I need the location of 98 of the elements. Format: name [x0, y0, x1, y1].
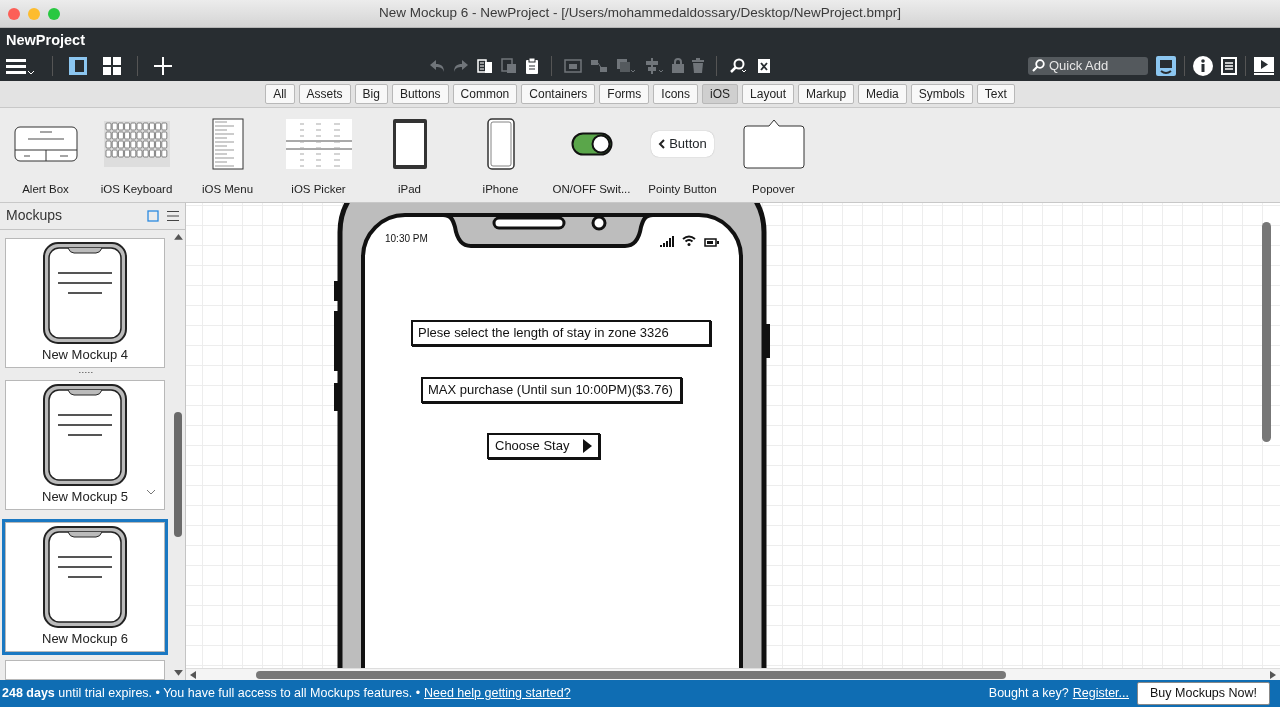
category-tab[interactable]: Media	[858, 84, 907, 104]
panel-title: Mockups	[6, 206, 63, 226]
mockup-name: New Mockup 6	[42, 629, 128, 648]
component-item[interactable]: iOS Keyboard	[91, 117, 182, 202]
buy-button[interactable]: Buy Mockups Now!	[1137, 682, 1270, 705]
component-label: iOS Menu	[201, 183, 254, 195]
toggle-switch-drawing	[570, 132, 613, 156]
battery-icon	[704, 238, 719, 248]
wifi-icon	[682, 235, 696, 247]
mockup-item[interactable]: New Mockup 4	[5, 237, 165, 368]
component-item[interactable]: iPhone	[455, 117, 546, 202]
category-tab[interactable]: All	[265, 84, 295, 104]
feedback-icon[interactable]	[1156, 55, 1176, 76]
picker-drawing	[285, 119, 352, 169]
component-label: iOS Keyboard	[100, 183, 173, 195]
delete-document-icon[interactable]	[757, 57, 771, 74]
component-item[interactable]: Popover	[728, 117, 819, 202]
square-icon[interactable]	[147, 209, 159, 222]
mockup-item[interactable]: New Mockup 6	[5, 521, 165, 653]
popover-drawing	[742, 118, 805, 170]
scroll-right-icon[interactable]	[1270, 670, 1276, 679]
alert-box-drawing	[13, 126, 78, 162]
category-tab[interactable]: Text	[976, 84, 1015, 104]
component-item[interactable]: iOS Picker	[273, 117, 364, 202]
category-tab[interactable]: Symbols	[910, 84, 973, 104]
component-item[interactable]: Button Pointy Button	[637, 117, 728, 202]
mockup-label: Plese select the length of stay in zone 3326	[411, 320, 711, 346]
component-item[interactable]: iPad	[364, 117, 455, 202]
status-time: 10:30 PM	[385, 232, 428, 246]
trial-message: 248 days until trial expires. • You have full access to all Mockups features. •	[2, 685, 420, 703]
scrollbar-thumb[interactable]	[174, 411, 182, 537]
chevron-down-icon[interactable]	[146, 489, 156, 496]
panel-icon[interactable]	[69, 56, 87, 75]
project-name: NewProject	[6, 32, 85, 48]
ungroup-icon[interactable]	[590, 58, 608, 73]
help-link[interactable]: Need help getting started?	[424, 684, 571, 703]
mockup-name: New Mockup 5	[42, 487, 128, 506]
keyboard-drawing	[103, 121, 170, 167]
layers-icon[interactable]	[616, 57, 636, 74]
scrollbar-thumb[interactable]	[256, 670, 1006, 679]
component-label: iOS Picker	[291, 183, 346, 195]
scroll-down-icon[interactable]	[174, 670, 183, 676]
button-text: Button	[669, 135, 707, 154]
category-tab[interactable]: Common	[452, 84, 518, 104]
grid-icon[interactable]	[103, 56, 121, 75]
mockup-label: MAX purchase (Until sun 10:00PM)($3.76)	[421, 377, 682, 403]
mockup-item[interactable]: New Mockup 5	[5, 379, 165, 511]
component-label: Alert Box	[22, 183, 69, 195]
component-item[interactable]: ON/OFF Swit...	[546, 117, 637, 202]
list-icon[interactable]	[1221, 56, 1237, 75]
quick-add-field[interactable]: Quick Add	[1028, 56, 1148, 75]
align-icon[interactable]	[644, 57, 664, 74]
triangle-icon	[583, 438, 593, 453]
mockup-name: New Mockup 4	[42, 345, 128, 364]
category-tab[interactable]: Markup	[798, 84, 855, 104]
component-label: Popover	[752, 183, 795, 195]
trash-icon[interactable]	[692, 58, 704, 73]
key-prompt: Bought a key?	[988, 685, 1069, 703]
drag-handle-icon[interactable]	[79, 370, 93, 374]
category-tab[interactable]: Icons	[653, 84, 698, 104]
category-tab[interactable]: Layout	[742, 84, 795, 104]
mockup-button[interactable]: Choose Stay	[487, 433, 601, 459]
component-label: ON/OFF Swit...	[552, 183, 631, 195]
phone-drawing	[486, 118, 515, 170]
component-label: Pointy Button	[648, 183, 717, 195]
document-arrow-icon[interactable]	[501, 57, 517, 74]
lock-icon[interactable]	[672, 58, 684, 73]
copy-icon[interactable]	[477, 57, 493, 74]
info-icon[interactable]	[1193, 55, 1213, 76]
category-tab[interactable]: Containers	[521, 84, 596, 104]
signal-icon	[660, 236, 674, 248]
tablet-drawing	[391, 118, 428, 170]
scroll-up-icon[interactable]	[174, 233, 183, 240]
register-link[interactable]: Register...	[1072, 684, 1129, 703]
category-tab[interactable]: Forms	[599, 84, 650, 104]
search-icon[interactable]	[729, 57, 749, 74]
frame-icon[interactable]	[564, 58, 582, 73]
plus-icon[interactable]	[154, 56, 172, 75]
undo-icon[interactable]	[429, 58, 445, 73]
clipboard-icon[interactable]	[525, 57, 539, 74]
category-tab[interactable]: iOS	[702, 84, 739, 104]
window-title: New Mockup 6 - NewProject - [/Users/mohammedaldossary/Desktop/NewProject.bmpr]	[378, 5, 902, 21]
search-icon	[1032, 59, 1045, 72]
scrollbar-thumb[interactable]	[1262, 222, 1271, 442]
redo-icon[interactable]	[453, 58, 469, 73]
play-icon[interactable]	[1254, 56, 1274, 75]
category-tab[interactable]: Assets	[298, 84, 351, 104]
scroll-left-icon[interactable]	[190, 670, 196, 679]
category-tab[interactable]: Buttons	[391, 84, 449, 104]
chevron-left-icon	[658, 139, 666, 149]
menu-list-drawing	[211, 118, 244, 170]
component-label: iPad	[398, 183, 421, 195]
component-item[interactable]: Alert Box	[0, 117, 91, 202]
close-button[interactable]	[8, 7, 20, 20]
component-item[interactable]: iOS Menu	[182, 117, 273, 202]
category-tab[interactable]: Big	[354, 84, 388, 104]
component-label: iPhone	[482, 183, 519, 195]
menu-icon[interactable]	[167, 209, 179, 222]
